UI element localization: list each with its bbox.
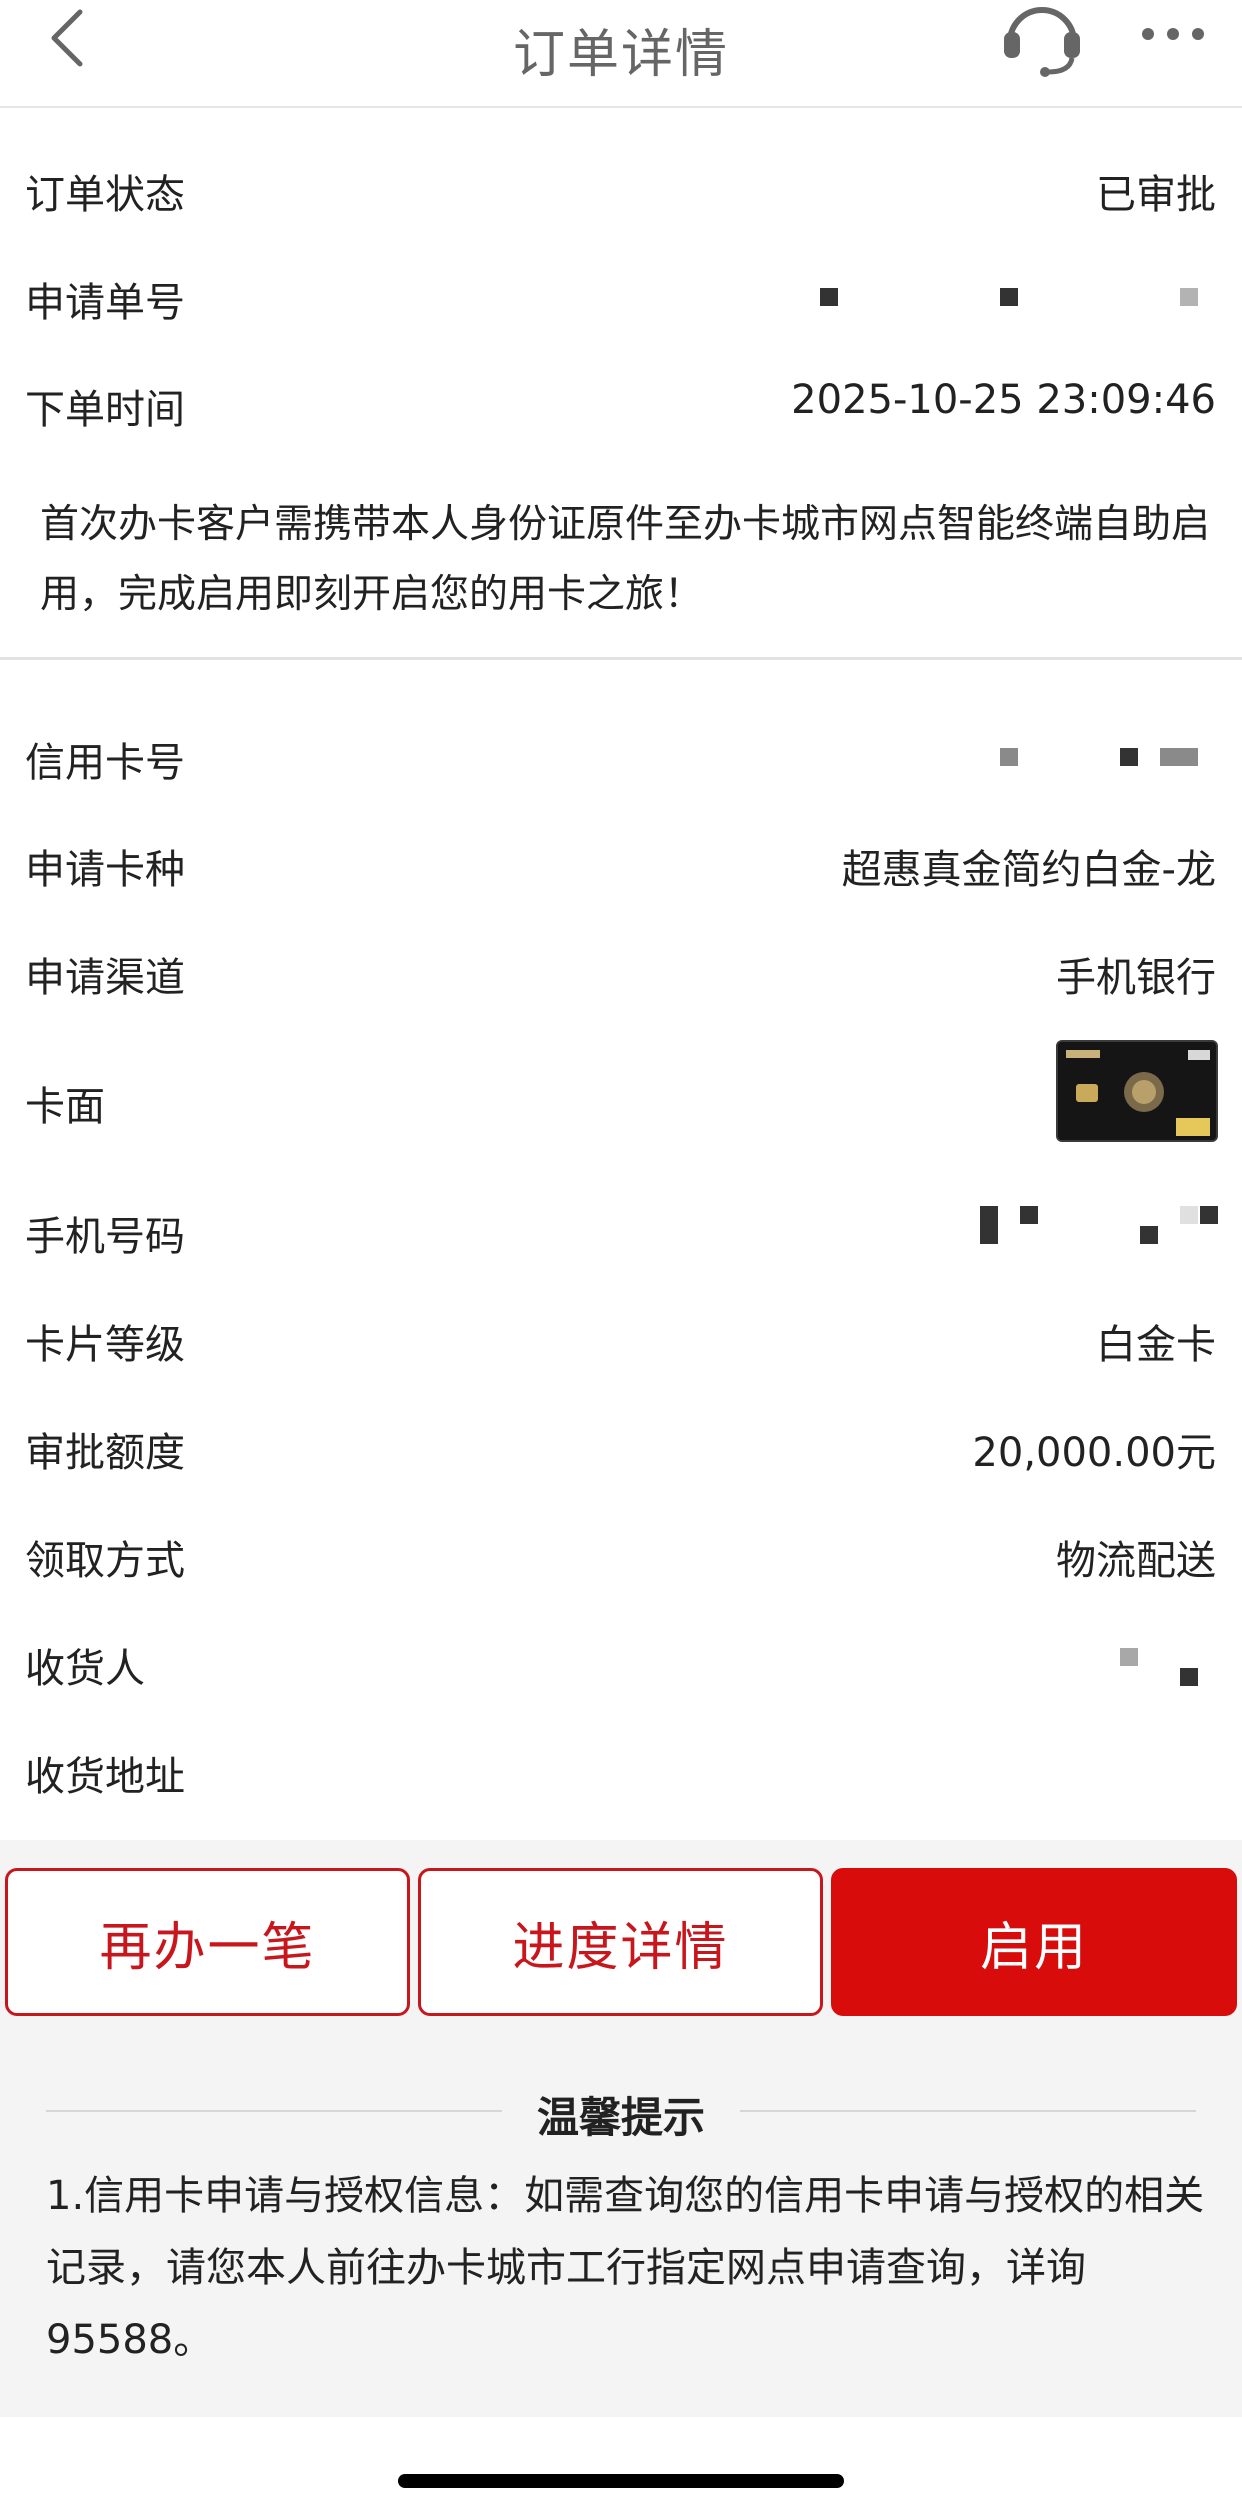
- order-time-value: 2025-10-25 23:09:46: [791, 377, 1216, 423]
- customer-service-button[interactable]: [1000, 2, 1084, 78]
- card-face-label: 卡面: [25, 1084, 105, 1130]
- masked-receiver: [1120, 1648, 1138, 1666]
- masked-phone: [980, 1206, 998, 1244]
- masked-order-number: [1180, 288, 1198, 306]
- phone-label: 手机号码: [25, 1214, 185, 1260]
- pickup-row: 领取方式 物流配送: [0, 1516, 1242, 1596]
- channel-value: 手机银行: [1056, 955, 1216, 1001]
- credit-card-icon: [1058, 1042, 1216, 1140]
- home-indicator[interactable]: [398, 2474, 844, 2488]
- card-level-value: 白金卡: [1096, 1322, 1216, 1368]
- order-number-row: 申请单号: [0, 258, 1242, 338]
- pickup-value: 物流配送: [1056, 1538, 1216, 1584]
- card-type-row: 申请卡种 超惠真金简约白金-龙: [0, 825, 1242, 905]
- channel-row: 申请渠道 手机银行: [0, 933, 1242, 1013]
- phone-row: 手机号码: [0, 1192, 1242, 1272]
- masked-card-number: [1120, 748, 1138, 766]
- tips-title: 温馨提示: [536, 2093, 705, 2142]
- limit-label: 审批额度: [25, 1430, 185, 1476]
- headset-icon: [1004, 7, 1080, 77]
- card-type-value: 超惠真金简约白金-龙: [841, 847, 1216, 893]
- card-face-image[interactable]: [1056, 1040, 1218, 1142]
- address-label: 收货地址: [25, 1754, 185, 1800]
- section-divider: [0, 657, 1242, 660]
- masked-phone: [1200, 1206, 1218, 1224]
- masked-phone: [1020, 1206, 1038, 1224]
- masked-order-number: [1000, 288, 1018, 306]
- masked-card-number: [1160, 748, 1198, 766]
- card-number-row: 信用卡号: [0, 718, 1242, 798]
- masked-order-number: [820, 288, 838, 306]
- apply-again-button[interactable]: 再办一笔: [5, 1868, 410, 2016]
- activate-button[interactable]: 启用: [831, 1868, 1237, 2016]
- limit-value: 20,000.00元: [972, 1430, 1216, 1476]
- nav-header: 订单详情: [0, 0, 1242, 108]
- receiver-label: 收货人: [25, 1646, 145, 1692]
- address-row: 收货地址: [0, 1732, 1242, 1812]
- card-level-row: 卡片等级 白金卡: [0, 1300, 1242, 1380]
- more-button[interactable]: [1140, 14, 1206, 54]
- masked-phone: [1140, 1226, 1158, 1244]
- activation-notice: 首次办卡客户需携带本人身份证原件至办卡城市网点智能终端自助启用，完成启用即刻开启…: [40, 502, 1211, 617]
- order-time-row: 下单时间 2025-10-25 23:09:46: [0, 365, 1242, 445]
- order-number-label: 申请单号: [25, 280, 185, 326]
- limit-row: 审批额度 20,000.00元: [0, 1408, 1242, 1488]
- order-status-row: 订单状态 已审批: [0, 150, 1242, 230]
- card-level-label: 卡片等级: [25, 1322, 185, 1368]
- masked-card-number: [1000, 748, 1018, 766]
- masked-receiver: [1180, 1668, 1198, 1686]
- progress-details-button[interactable]: 进度详情: [418, 1868, 823, 2016]
- order-status-value: 已审批: [1096, 172, 1216, 218]
- card-number-label: 信用卡号: [25, 740, 185, 786]
- order-time-label: 下单时间: [25, 387, 185, 433]
- order-status-label: 订单状态: [25, 172, 185, 218]
- channel-label: 申请渠道: [25, 955, 185, 1001]
- tips-text: 1.信用卡申请与授权信息：如需查询您的信用卡申请与授权的相关记录，请您本人前往办…: [46, 2173, 1205, 2363]
- card-type-label: 申请卡种: [25, 847, 185, 893]
- masked-phone: [1180, 1206, 1198, 1224]
- more-dots-icon: [1142, 28, 1204, 40]
- pickup-label: 领取方式: [25, 1538, 185, 1584]
- receiver-row: 收货人: [0, 1624, 1242, 1704]
